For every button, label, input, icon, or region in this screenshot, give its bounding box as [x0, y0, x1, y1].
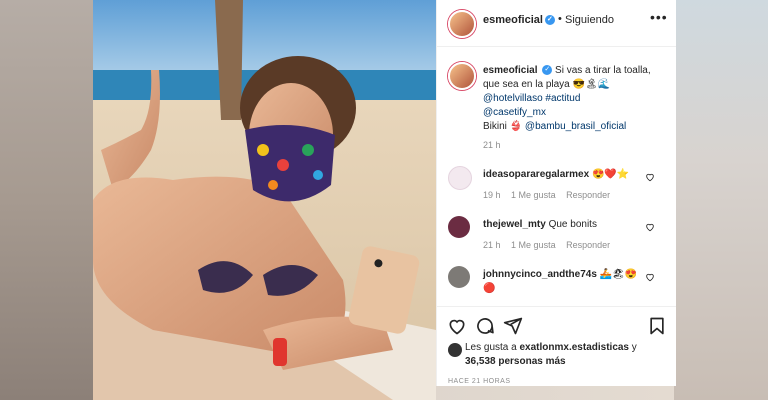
reply-button[interactable]: Responder — [566, 190, 610, 200]
separator-dot: • — [558, 13, 562, 25]
share-icon[interactable] — [503, 316, 523, 336]
like-comment-heart-icon[interactable] — [645, 272, 655, 282]
mention-case-link[interactable]: @casetify_mx — [483, 107, 546, 118]
caption-time: 21 h — [483, 140, 501, 150]
comment-icon[interactable] — [475, 316, 495, 336]
comment-body: Que bonits — [548, 219, 597, 230]
beach-photo-illustration — [93, 0, 436, 400]
like-comment-heart-icon[interactable] — [645, 222, 655, 232]
author-username[interactable]: esmeoficial ✓ — [483, 14, 555, 26]
comment-body: 🚣🏖😍 — [599, 269, 638, 280]
hashtag-link[interactable]: #actitud — [545, 93, 580, 104]
comment-username[interactable]: johnnycinco_andthe74s — [483, 269, 597, 280]
backdrop-left — [0, 0, 93, 400]
caption-avatar[interactable] — [448, 62, 476, 90]
caption-line2: que sea en la playa 😎🏝🌊 — [483, 79, 611, 90]
post-header: esmeoficial ✓ • Siguiendo ••• — [437, 0, 676, 47]
comment-body-extra: 🔴 — [483, 283, 496, 294]
mention-hotel-link[interactable]: @hotelvillaso — [483, 93, 543, 104]
comment-text: johnnycinco_andthe74s 🚣🏖😍 🔴 — [483, 268, 653, 296]
comment-time: 19 h — [483, 190, 501, 200]
comment-time: 21 h — [483, 240, 501, 250]
backdrop-right — [674, 0, 768, 400]
verified-icon: ✓ — [544, 15, 555, 26]
likes-summary: Les gusta a exatlonmx.estadisticas y 36,… — [465, 341, 670, 369]
reply-button[interactable]: Responder — [566, 240, 610, 250]
post-age: HACE 21 HORAS — [448, 378, 511, 385]
liker-avatar[interactable] — [448, 343, 462, 357]
heart-icon[interactable] — [447, 316, 467, 336]
mention-bambu-link[interactable]: @bambu_brasil_oficial — [525, 121, 626, 132]
comment-body: 😍❤️⭐ — [591, 169, 630, 180]
likes-prefix: Les gusta a — [465, 342, 517, 353]
comment-text: thejewel_mty Que bonits — [483, 218, 653, 232]
commenter-avatar[interactable] — [448, 216, 470, 238]
more-options-icon[interactable]: ••• — [650, 9, 668, 25]
verified-icon: ✓ — [542, 65, 553, 76]
caption-line1: Si vas a tirar la toalla, — [555, 65, 651, 76]
comment-text: ideasopararegalarmex 😍❤️⭐ — [483, 168, 653, 182]
comment-likes[interactable]: 1 Me gusta — [511, 240, 556, 250]
post-actions: Les gusta a exatlonmx.estadisticas y 36,… — [437, 306, 676, 387]
comment-likes[interactable]: 1 Me gusta — [511, 190, 556, 200]
comment-meta: 21 h 1 Me gusta Responder — [483, 240, 618, 250]
likes-count[interactable]: 36,538 personas más — [465, 356, 566, 367]
liker-username[interactable]: exatlonmx.estadisticas — [520, 342, 630, 353]
following-button[interactable]: Siguiendo — [565, 14, 614, 26]
post-side-panel: esmeoficial ✓ • Siguiendo ••• esmeoficial… — [436, 0, 676, 386]
comment-meta: 19 h 1 Me gusta Responder — [483, 190, 618, 200]
like-comment-heart-icon[interactable] — [645, 172, 655, 182]
comment-username[interactable]: thejewel_mty — [483, 219, 546, 230]
author-avatar[interactable] — [448, 10, 476, 38]
commenter-avatar[interactable] — [448, 166, 472, 190]
caption-text: esmeoficial ✓ Si vas a tirar la toalla, … — [483, 64, 669, 134]
likes-conj: y — [631, 342, 637, 353]
comment-username[interactable]: ideasopararegalarmex — [483, 169, 589, 180]
bikini-label: Bikini 👙 — [483, 121, 523, 132]
caption-username[interactable]: esmeoficial — [483, 65, 537, 76]
commenter-avatar[interactable] — [448, 266, 470, 288]
bookmark-icon[interactable] — [647, 316, 667, 336]
post-photo[interactable] — [93, 0, 436, 400]
